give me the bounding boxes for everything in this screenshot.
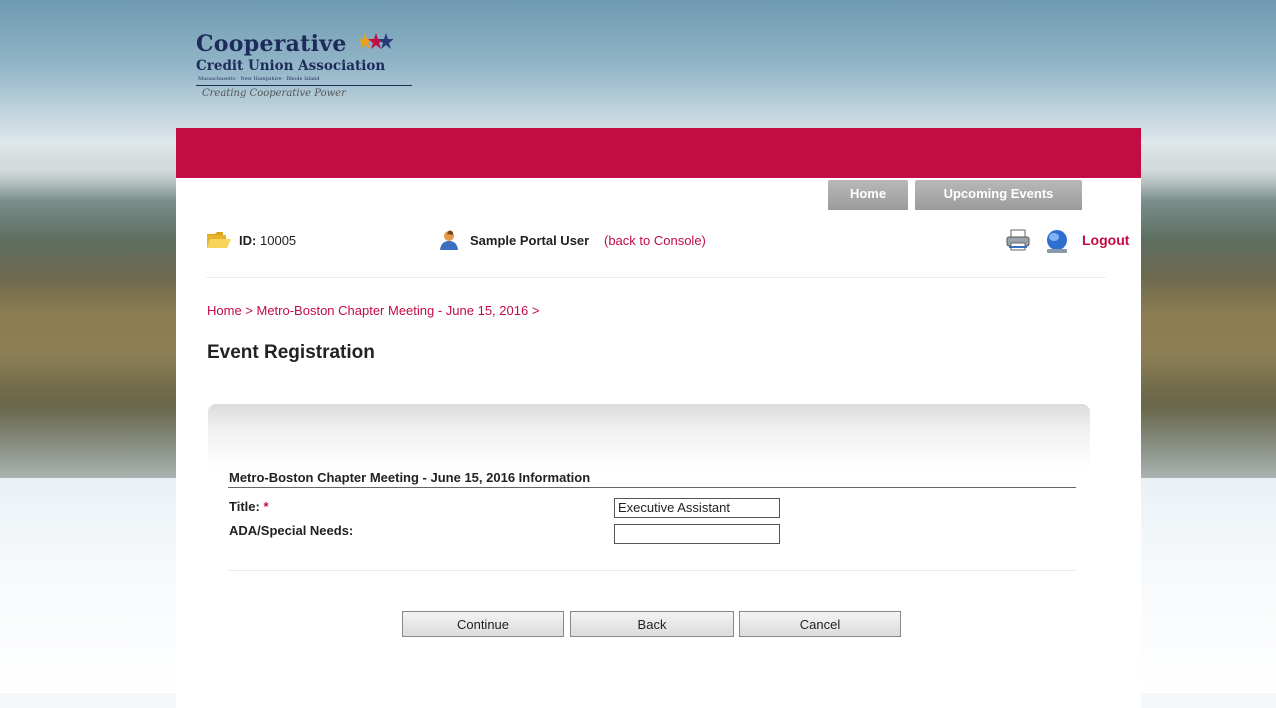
ada-special-needs-input[interactable] [614, 524, 780, 544]
main-panel: Home Upcoming Events ID: 10005 Sample Po… [176, 128, 1141, 708]
form-section-title: Metro-Boston Chapter Meeting - June 15, … [229, 470, 591, 485]
title-input[interactable]: Executive Assistant [614, 498, 780, 518]
logo-tagline: Creating Cooperative Power [202, 88, 346, 99]
tab-upcoming-events[interactable]: Upcoming Events [915, 180, 1082, 210]
section-divider [228, 487, 1076, 488]
title-field-label: Title: * [229, 499, 269, 514]
header-divider [206, 277, 1106, 278]
id-label: ID: [239, 233, 257, 248]
id-value: 10005 [260, 233, 297, 248]
registration-form: Metro-Boston Chapter Meeting - June 15, … [208, 404, 1090, 624]
logo-name-line1: Cooperative [196, 31, 347, 57]
logout-link[interactable]: Logout [1082, 232, 1129, 248]
stars-icon [356, 32, 394, 58]
globe-icon[interactable] [1043, 228, 1071, 257]
tab-home[interactable]: Home [828, 180, 908, 210]
logo-divider [196, 85, 412, 86]
printer-icon[interactable] [1005, 229, 1031, 254]
user-info-row: ID: 10005 Sample Portal User (back to Co… [176, 226, 1141, 256]
breadcrumb[interactable]: Home > Metro-Boston Chapter Meeting - Ju… [207, 303, 539, 318]
required-marker: * [263, 499, 269, 514]
site-logo[interactable]: Cooperative Credit Union Association Mas… [196, 31, 426, 121]
ada-field-label: ADA/Special Needs: [229, 523, 353, 538]
back-to-console-link[interactable]: (back to Console) [604, 233, 706, 248]
logo-states: Massachusetts · New Hampshire · Rhode Is… [198, 76, 320, 82]
back-button[interactable]: Back [570, 611, 734, 637]
cancel-button[interactable]: Cancel [739, 611, 901, 637]
form-bottom-divider [228, 570, 1076, 571]
logo-title-row: Cooperative [196, 31, 426, 58]
breadcrumb-text[interactable]: Home > Metro-Boston Chapter Meeting - Ju… [207, 303, 539, 318]
user-name: Sample Portal User [470, 233, 590, 248]
folder-icon [206, 230, 232, 253]
title-label-text: Title: [229, 499, 260, 514]
header-band [176, 128, 1141, 178]
logo-name-line2: Credit Union Association [196, 58, 386, 74]
continue-button[interactable]: Continue [402, 611, 564, 637]
page-title: Event Registration [207, 342, 375, 363]
ada-label-text: ADA/Special Needs: [229, 523, 354, 538]
user-icon [438, 229, 460, 254]
